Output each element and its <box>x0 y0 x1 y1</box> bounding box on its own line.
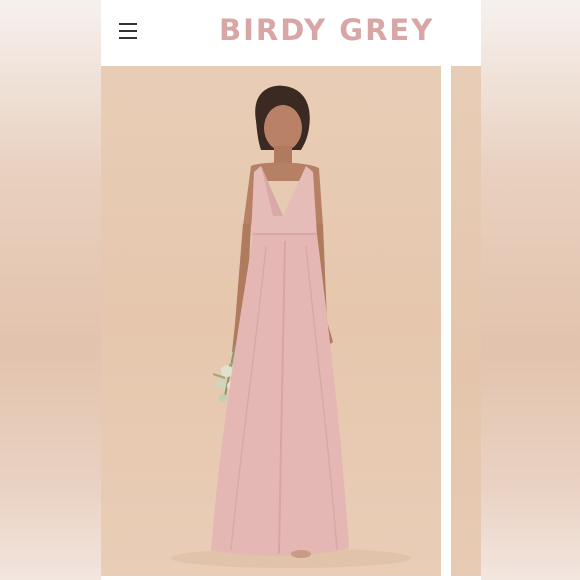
model-in-dress-illustration <box>171 85 411 568</box>
product-photo-peek[interactable] <box>451 66 481 576</box>
product-photo[interactable] <box>101 66 441 576</box>
hamburger-menu-icon[interactable] <box>115 18 141 44</box>
brand-logo[interactable]: BIRDY GREY <box>219 13 434 47</box>
phone-screen: BIRDY GREY <box>101 0 481 580</box>
background-left <box>0 0 101 580</box>
background-right <box>481 0 580 580</box>
site-header: BIRDY GREY <box>101 0 481 66</box>
